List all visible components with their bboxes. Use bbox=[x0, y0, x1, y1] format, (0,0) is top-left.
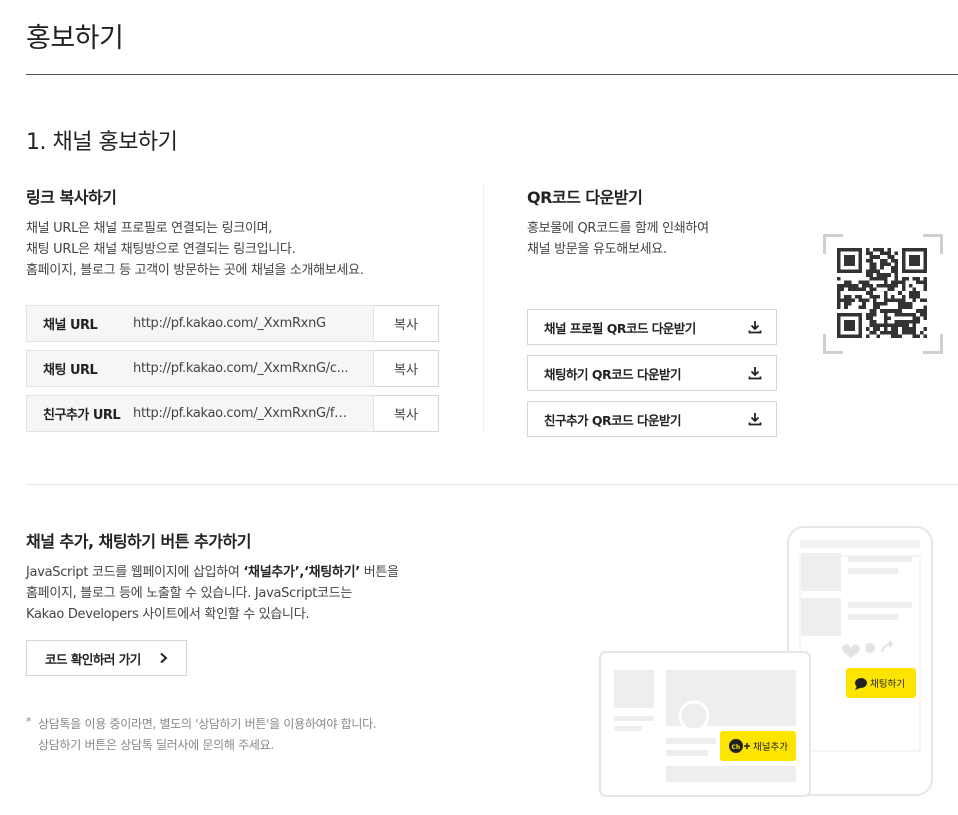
channel-logo-text: Ch bbox=[732, 744, 741, 751]
channel-url-value[interactable]: http://pf.kakao.com/_XxmRxnG bbox=[133, 316, 373, 331]
download-icon bbox=[748, 413, 762, 426]
chat-badge-label: 채팅하기 bbox=[870, 678, 905, 690]
button-embed-description: JavaScript 코드를 웹페이지에 삽입하여 ‘채널추가’,‘채팅하기’ … bbox=[26, 562, 399, 625]
add-friend-url-row: 친구추가 URL http://pf.kakao.com/_XxmRxnG/fr… bbox=[26, 395, 439, 432]
link-copy-title: 링크 복사하기 bbox=[26, 188, 117, 207]
chevron-right-icon bbox=[160, 652, 168, 664]
chat-url-row: 채팅 URL http://pf.kakao.com/_XxmRxnG/c...… bbox=[26, 350, 439, 387]
button-embed-desc-line: JavaScript 코드를 웹페이지에 삽입하여 ‘채널추가’,‘채팅하기’ … bbox=[26, 562, 399, 583]
download-profile-qr-label: 채널 프로필 QR코드 다운받기 bbox=[544, 320, 696, 336]
copy-chat-url-button[interactable]: 복사 bbox=[374, 350, 439, 387]
channel-url-row: 채널 URL http://pf.kakao.com/_XxmRxnG 복사 bbox=[26, 305, 439, 342]
qr-download-title: QR코드 다운받기 bbox=[527, 188, 643, 207]
copy-add-friend-url-button[interactable]: 복사 bbox=[374, 395, 439, 432]
button-embed-desc-line: Kakao Developers 사이트에서 확인할 수 있습니다. bbox=[26, 607, 310, 622]
view-code-label: 코드 확인하러 가기 bbox=[45, 651, 141, 667]
add-friend-url-label: 친구추가 URL bbox=[43, 408, 121, 423]
button-preview-illustration: 채팅하기 Ch 채널추가 bbox=[599, 526, 933, 797]
chat-url-label: 채팅 URL bbox=[43, 363, 98, 378]
copy-channel-url-button[interactable]: 복사 bbox=[374, 305, 439, 342]
monitor-mockup bbox=[599, 651, 811, 797]
qr-code-preview bbox=[823, 234, 943, 354]
add-friend-url-value[interactable]: http://pf.kakao.com/_XxmRxnG/fri... bbox=[133, 406, 373, 421]
desc-text: JavaScript 코드를 웹페이지에 삽입하여 bbox=[26, 565, 244, 580]
note-line: 상담톡을 이용 중이라면, 별도의 '상담하기 버튼'을 이용하여야 합니다. bbox=[38, 717, 377, 731]
qr-desc-line: 채널 방문을 유도해보세요. bbox=[527, 242, 667, 257]
qr-desc-line: 홍보물에 QR코드를 함께 인쇄하여 bbox=[527, 221, 709, 236]
channel-url-field[interactable]: 채널 URL http://pf.kakao.com/_XxmRxnG bbox=[26, 305, 374, 342]
chat-url-field[interactable]: 채팅 URL http://pf.kakao.com/_XxmRxnG/c... bbox=[26, 350, 374, 387]
view-code-button[interactable]: 코드 확인하러 가기 bbox=[26, 640, 187, 676]
channel-url-label: 채널 URL bbox=[43, 318, 98, 333]
note-line: 상담하기 버튼은 상담톡 딜러사에 문의해 주세요. bbox=[38, 738, 274, 752]
download-icon bbox=[748, 321, 762, 334]
button-embed-title: 채널 추가, 채팅하기 버튼 추가하기 bbox=[26, 532, 251, 551]
download-profile-qr-button[interactable]: 채널 프로필 QR코드 다운받기 bbox=[527, 309, 777, 345]
desc-text: 버튼을 bbox=[359, 565, 399, 580]
qr-code-image bbox=[837, 248, 927, 338]
link-desc-line: 채널 URL은 채널 프로필로 연결되는 링크이며, bbox=[26, 221, 273, 236]
qr-download-description: 홍보물에 QR코드를 함께 인쇄하여 채널 방문을 유도해보세요. bbox=[527, 218, 709, 260]
consult-note: * 상담톡을 이용 중이라면, 별도의 '상담하기 버튼'을 이용하여야 합니다… bbox=[26, 714, 377, 756]
button-embed-desc-line: 홈페이지, 블로그 등에 노출할 수 있습니다. JavaScript코드는 bbox=[26, 586, 353, 601]
chat-button-badge: 채팅하기 bbox=[846, 668, 916, 698]
link-desc-line: 홈페이지, 블로그 등 고객이 방문하는 곳에 채널을 소개해보세요. bbox=[26, 263, 364, 278]
add-badge-label: 채널추가 bbox=[753, 742, 788, 753]
download-add-friend-qr-button[interactable]: 친구추가 QR코드 다운받기 bbox=[527, 401, 777, 437]
note-bullet: * bbox=[26, 715, 32, 728]
add-channel-button-badge: Ch 채널추가 bbox=[720, 731, 796, 761]
link-copy-description: 채널 URL은 채널 프로필로 연결되는 링크이며, 채팅 URL은 채널 채팅… bbox=[26, 218, 364, 281]
download-add-friend-qr-label: 친구추가 QR코드 다운받기 bbox=[544, 412, 681, 428]
link-desc-line: 채팅 URL은 채널 채팅방으로 연결되는 링크입니다. bbox=[26, 242, 296, 257]
desc-bold-text: ‘채널추가’,‘채팅하기’ bbox=[243, 565, 360, 580]
download-chat-qr-button[interactable]: 채팅하기 QR코드 다운받기 bbox=[527, 355, 777, 391]
title-divider bbox=[26, 74, 958, 75]
column-divider bbox=[483, 184, 484, 432]
page-title: 홍보하기 bbox=[26, 23, 124, 54]
download-chat-qr-label: 채팅하기 QR코드 다운받기 bbox=[544, 366, 681, 382]
download-icon bbox=[748, 367, 762, 380]
chat-url-value[interactable]: http://pf.kakao.com/_XxmRxnG/c... bbox=[133, 361, 373, 376]
section-title: 1. 채널 홍보하기 bbox=[26, 130, 178, 155]
section-divider bbox=[26, 484, 958, 485]
add-friend-url-field[interactable]: 친구추가 URL http://pf.kakao.com/_XxmRxnG/fr… bbox=[26, 395, 374, 432]
